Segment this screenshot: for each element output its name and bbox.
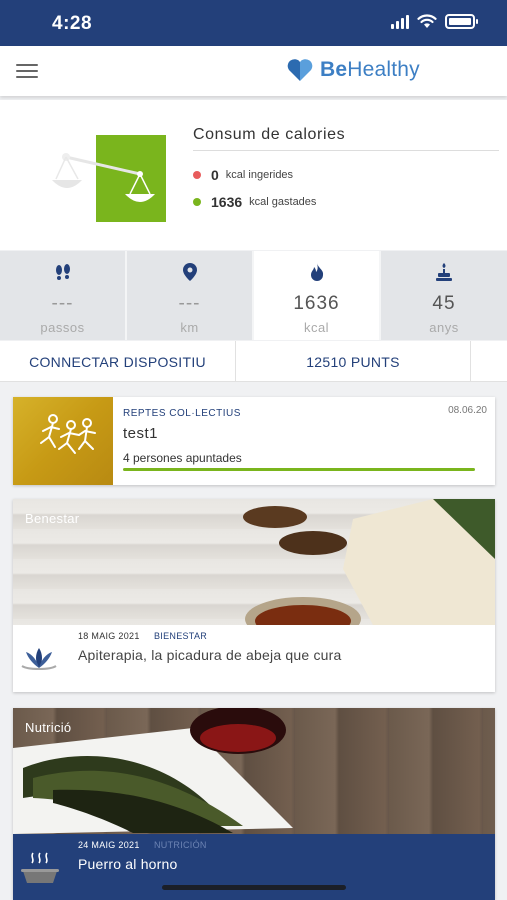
ingested-row: 0 kcal ingerides	[193, 167, 293, 183]
challenge-progress-bar	[123, 468, 475, 471]
challenge-participants: 4 persones apuntades	[123, 451, 242, 465]
calorie-title: Consum de calories	[193, 126, 346, 143]
lotus-icon	[21, 648, 57, 670]
stat-calories[interactable]: 1636 kcal	[254, 251, 381, 340]
pine-cones-tea-image	[243, 499, 495, 641]
burned-value: 1636	[211, 194, 243, 210]
behealthy-logo: BeHealthy	[286, 58, 420, 82]
challenge-category: REPTES COL·LECTIUS	[123, 408, 241, 419]
footsteps-icon	[55, 264, 70, 280]
article-card[interactable]: Benestar 18 MAIG 2021 BIENESTAR Apiterap…	[13, 499, 495, 692]
heart-logo-icon	[287, 59, 313, 81]
roasted-leek-image	[13, 708, 293, 834]
running-people-icon	[40, 414, 96, 454]
connect-device-button[interactable]: CONNECTAR DISPOSITIU	[0, 341, 236, 382]
flame-icon	[310, 263, 323, 281]
article-category: BIENESTAR	[154, 631, 208, 641]
location-pin-icon	[182, 263, 197, 281]
stat-age[interactable]: 45 anys	[381, 251, 507, 340]
article-title: Puerro al horno	[78, 856, 178, 872]
stats-row: --- passos --- km 1636 kcal 45 anys	[0, 251, 507, 340]
points-button[interactable]: 12510 PUNTS	[236, 341, 471, 382]
burned-row: 1636 kcal gastades	[193, 194, 316, 210]
home-indicator[interactable]	[162, 885, 346, 890]
red-dot-icon	[193, 171, 201, 179]
steps-value: ---	[51, 293, 74, 314]
article-title: Apiterapia, la picadura de abeja que cur…	[78, 647, 342, 663]
calories-label: kcal	[303, 320, 330, 335]
steps-label: passos	[40, 320, 85, 335]
divider	[193, 150, 499, 151]
article-category: NUTRICIÓN	[154, 840, 207, 850]
challenge-name: test1	[123, 425, 159, 442]
stat-distance[interactable]: --- km	[127, 251, 254, 340]
article-card[interactable]: Nutrició 24 MAIG 2021 NUTRICIÓN Puerro a…	[13, 708, 495, 900]
status-time: 4:28	[52, 13, 93, 34]
article-date: 18 MAIG 2021	[78, 631, 140, 641]
status-bar: 4:28	[0, 0, 507, 46]
article-tag: Nutrició	[25, 720, 72, 735]
hamburger-menu-icon[interactable]	[16, 64, 38, 78]
cooking-pot-icon	[21, 852, 59, 883]
age-label: anys	[429, 320, 459, 335]
distance-value: ---	[178, 293, 201, 314]
stat-steps[interactable]: --- passos	[0, 251, 127, 340]
challenge-card[interactable]: REPTES COL·LECTIUS 08.06.20 test1 4 pers…	[13, 397, 495, 485]
ingested-value: 0	[211, 167, 219, 183]
app-header: BeHealthy	[0, 46, 507, 96]
birthday-cake-icon	[436, 263, 452, 281]
cellular-signal-icon	[391, 14, 409, 29]
article-tag: Benestar	[25, 511, 80, 526]
battery-icon	[445, 14, 478, 29]
calories-value: 1636	[293, 293, 340, 314]
actions-overflow	[471, 341, 507, 382]
burned-label: kcal gastades	[249, 196, 317, 208]
wifi-icon	[417, 14, 437, 28]
challenge-date: 08.06.20	[448, 405, 487, 416]
challenge-image	[13, 397, 113, 485]
balance-scale-icon	[52, 135, 166, 222]
article-image: Benestar	[13, 499, 495, 641]
article-image: Nutrició	[13, 708, 495, 834]
green-dot-icon	[193, 198, 201, 206]
actions-row: CONNECTAR DISPOSITIU 12510 PUNTS	[0, 341, 507, 382]
status-icons	[391, 14, 478, 29]
logo-text: BeHealthy	[320, 58, 420, 81]
age-value: 45	[432, 293, 456, 314]
distance-label: km	[180, 320, 199, 335]
ingested-label: kcal ingerides	[225, 169, 294, 181]
article-date: 24 MAIG 2021	[78, 840, 140, 850]
